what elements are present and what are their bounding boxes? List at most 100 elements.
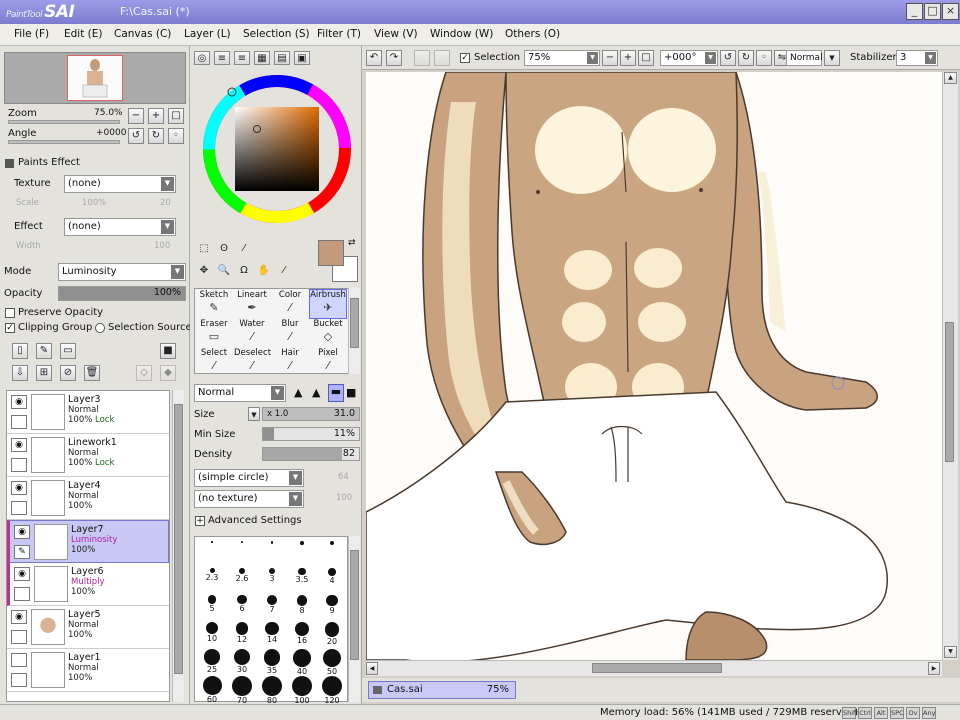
- effect-dropdown[interactable]: (none) ▼: [64, 218, 176, 236]
- drawing-canvas[interactable]: [366, 72, 942, 660]
- brush-size-preset[interactable]: [227, 541, 257, 563]
- rgb-slider-tab[interactable]: ≡: [214, 51, 230, 65]
- delete-mask-button[interactable]: ◆: [160, 365, 176, 381]
- hsv-slider-tab[interactable]: ≡: [234, 51, 250, 65]
- advanced-settings-toggle[interactable]: +: [195, 516, 205, 526]
- canvas-horizontal-scrollbar[interactable]: ◀ ▶: [366, 660, 942, 676]
- hand-icon[interactable]: ✋: [256, 264, 272, 280]
- new-layer-button[interactable]: ▯: [12, 343, 28, 359]
- brush-size-preset[interactable]: 6: [227, 595, 257, 617]
- layer-row[interactable]: ◉ Layer6 Multiply 100%: [7, 563, 169, 606]
- brush-size-preset[interactable]: 12: [227, 622, 257, 644]
- tool-airbrush[interactable]: Airbrush ✈: [309, 289, 347, 319]
- size-slider[interactable]: x 1.0 31.0: [262, 407, 360, 421]
- brush-size-preset[interactable]: 9: [317, 595, 347, 617]
- visibility-eye-icon[interactable]: [11, 653, 27, 667]
- layer-row[interactable]: ◉ Layer5 Normal 100%: [7, 606, 169, 649]
- layer-link-toggle[interactable]: [14, 587, 30, 601]
- angle-slider[interactable]: [8, 140, 120, 144]
- canvas-rotate-right-button[interactable]: ↻: [738, 50, 754, 66]
- close-button[interactable]: ×: [942, 3, 959, 20]
- undo-button[interactable]: ↶: [366, 50, 382, 66]
- brush-size-preset[interactable]: [317, 541, 347, 563]
- new-folder-button[interactable]: ▭: [60, 343, 76, 359]
- layer-row-selected[interactable]: ◉ ✎ Layer7 Luminosity 100%: [7, 520, 169, 563]
- show-selection-checkbox[interactable]: ✓: [460, 53, 470, 63]
- merge-down-button[interactable]: ⊞: [36, 365, 52, 381]
- canvas-zoom-field[interactable]: 75% ▼: [524, 50, 600, 66]
- visibility-eye-icon[interactable]: ◉: [11, 438, 27, 452]
- visibility-eye-icon[interactable]: ◉: [11, 481, 27, 495]
- color-wheel[interactable]: [202, 74, 352, 224]
- rotate-icon[interactable]: Ω: [236, 264, 252, 280]
- scroll-left-button[interactable]: ◀: [366, 662, 378, 675]
- layer-list-scroll-thumb[interactable]: [174, 404, 183, 674]
- scroll-down-button[interactable]: ▼: [944, 646, 957, 658]
- min-size-slider[interactable]: 11%: [262, 427, 360, 441]
- menu-file[interactable]: File (F): [14, 28, 49, 40]
- lasso-icon[interactable]: ʘ: [216, 242, 232, 258]
- canvas-rotate-left-button[interactable]: ↺: [720, 50, 736, 66]
- brush-presets-scroll-thumb[interactable]: [350, 550, 359, 660]
- opacity-slider[interactable]: 100%: [58, 286, 186, 301]
- brush-size-preset[interactable]: 3: [257, 568, 287, 590]
- canvas-vscroll-thumb[interactable]: [945, 322, 954, 462]
- menu-edit[interactable]: Edit (E): [64, 28, 103, 40]
- invert-selection-button[interactable]: [434, 50, 450, 66]
- brush-size-preset[interactable]: 25: [197, 649, 227, 674]
- brush-size-preset[interactable]: 4: [317, 568, 347, 590]
- brush-size-preset[interactable]: 50: [317, 649, 347, 676]
- canvas-vertical-scrollbar[interactable]: ▲ ▼: [942, 72, 958, 660]
- tool-blur[interactable]: Blur ⁄: [271, 318, 309, 348]
- menu-canvas[interactable]: Canvas (C): [114, 28, 171, 40]
- brush-shape-square-icon[interactable]: ■: [346, 386, 356, 399]
- brush-size-preset[interactable]: 80: [257, 676, 287, 705]
- paintbrush-icon[interactable]: ✎: [14, 545, 30, 559]
- swatches-tab[interactable]: ▦: [254, 51, 270, 65]
- redo-button[interactable]: ↷: [386, 50, 402, 66]
- tool-eraser[interactable]: Eraser ▭: [195, 318, 233, 348]
- zoom-reset-button[interactable]: □: [168, 108, 184, 124]
- brush-size-preset[interactable]: 35: [257, 649, 287, 675]
- layer-link-toggle[interactable]: [11, 630, 27, 644]
- canvas-angle-field[interactable]: +000° ▼: [660, 50, 718, 66]
- eyedropper-icon[interactable]: ⁄: [276, 264, 292, 280]
- menu-view[interactable]: View (V): [374, 28, 418, 40]
- brush-shape-selector[interactable]: ▲ ▲ ▬ ■: [292, 384, 360, 402]
- brush-size-preset[interactable]: 20: [317, 622, 347, 646]
- brush-shape-soft-icon[interactable]: ▬: [328, 384, 344, 402]
- brush-size-preset[interactable]: 30: [227, 649, 257, 674]
- tool-select[interactable]: Select ⁄: [195, 347, 233, 377]
- scroll-up-button[interactable]: ▲: [944, 72, 957, 84]
- layer-row[interactable]: ◉ Layer3 Normal 100% Lock: [7, 391, 169, 434]
- menu-others[interactable]: Others (O): [505, 28, 560, 40]
- brush-blend-dropdown[interactable]: Normal ▼: [194, 384, 286, 402]
- apply-mask-button[interactable]: ◇: [136, 365, 152, 381]
- brush-size-preset[interactable]: 40: [287, 649, 317, 676]
- layer-mode-dropdown[interactable]: Luminosity ▼: [58, 263, 186, 281]
- layer-link-toggle[interactable]: [11, 415, 27, 429]
- layer-row[interactable]: ◉ Linework1 Normal 100% Lock: [7, 434, 169, 477]
- canvas-blend-dropdown[interactable]: ▼: [824, 50, 840, 66]
- tool-grid-scrollbar[interactable]: [348, 288, 360, 374]
- brush-size-preset[interactable]: 2.3: [197, 568, 227, 590]
- brush-size-preset[interactable]: 10: [197, 622, 227, 644]
- brush-size-preset[interactable]: 120: [317, 676, 347, 705]
- layer-link-toggle[interactable]: [11, 458, 27, 472]
- preserve-opacity-checkbox[interactable]: [5, 308, 15, 318]
- visibility-eye-icon[interactable]: ◉: [14, 567, 30, 581]
- minimize-button[interactable]: _: [906, 3, 923, 20]
- swap-colors-icon[interactable]: ⇄: [348, 238, 356, 248]
- brush-size-preset[interactable]: 60: [197, 676, 227, 704]
- visibility-eye-icon[interactable]: ◉: [14, 525, 30, 539]
- paints-effect-header[interactable]: Paints Effect: [0, 157, 188, 171]
- clipping-group-checkbox[interactable]: ✓: [5, 323, 15, 333]
- menu-filter[interactable]: Filter (T): [317, 28, 361, 40]
- menu-window[interactable]: Window (W): [430, 28, 493, 40]
- canvas-zoom-in-button[interactable]: +: [620, 50, 636, 66]
- layer-row[interactable]: ◉ Layer4 Normal 100%: [7, 477, 169, 520]
- layer-link-toggle[interactable]: [11, 673, 27, 687]
- palette-tab[interactable]: ▣: [294, 51, 310, 65]
- tool-color[interactable]: Color ⁄: [271, 289, 309, 319]
- delete-layer-button[interactable]: 🗑: [84, 365, 100, 381]
